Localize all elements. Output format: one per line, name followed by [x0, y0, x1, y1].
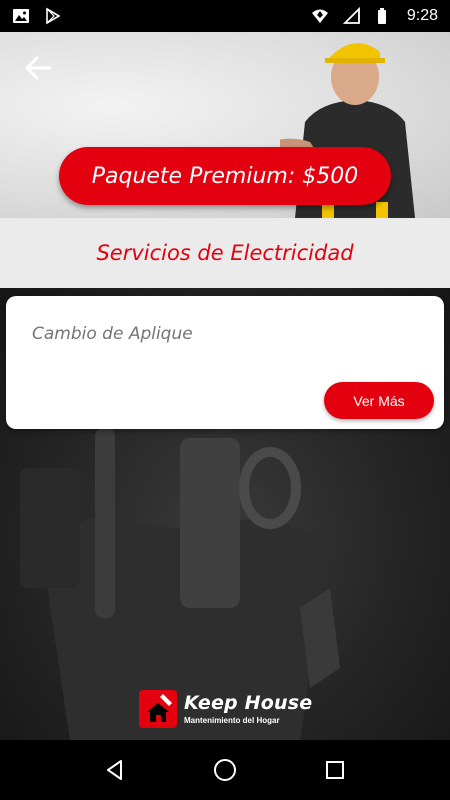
- wifi-icon: [311, 7, 329, 25]
- back-button[interactable]: [20, 52, 56, 84]
- logo-title: Keep House: [184, 692, 313, 714]
- status-left: [12, 7, 62, 25]
- battery-icon: [375, 7, 393, 25]
- section-title: Servicios de Electricidad: [96, 241, 354, 265]
- logo-text: Keep House Mantenimiento del Hogar: [184, 692, 312, 726]
- back-icon: [107, 760, 122, 780]
- nav-home-button[interactable]: [210, 755, 240, 785]
- service-card: Cambio de Aplique Ver Más: [6, 296, 444, 429]
- section-header: Servicios de Electricidad: [0, 218, 450, 288]
- status-time: 9:28: [406, 7, 438, 24]
- nav-recents-button[interactable]: [320, 755, 350, 785]
- image-icon: [12, 7, 30, 25]
- recents-icon: [326, 761, 344, 779]
- service-name: Cambio de Aplique: [32, 324, 193, 344]
- ver-mas-button[interactable]: Ver Más: [324, 382, 434, 419]
- logo-subtitle: Mantenimiento del Hogar: [184, 716, 280, 725]
- navigation-bar: [0, 740, 450, 800]
- status-bar: 9:28: [0, 0, 450, 32]
- signal-icon: [342, 6, 361, 25]
- play-store-icon: [44, 7, 62, 25]
- house-wrench-icon: [139, 690, 177, 728]
- home-icon: [214, 759, 236, 781]
- arrow-left-icon: [25, 56, 52, 80]
- hero-banner: Paquete Premium: $500: [0, 32, 450, 218]
- premium-package-button[interactable]: Paquete Premium: $500: [59, 147, 391, 205]
- keep-house-logo: Keep House Mantenimiento del Hogar: [139, 688, 319, 730]
- nav-back-button[interactable]: [100, 755, 130, 785]
- status-right: 9:28: [311, 6, 438, 25]
